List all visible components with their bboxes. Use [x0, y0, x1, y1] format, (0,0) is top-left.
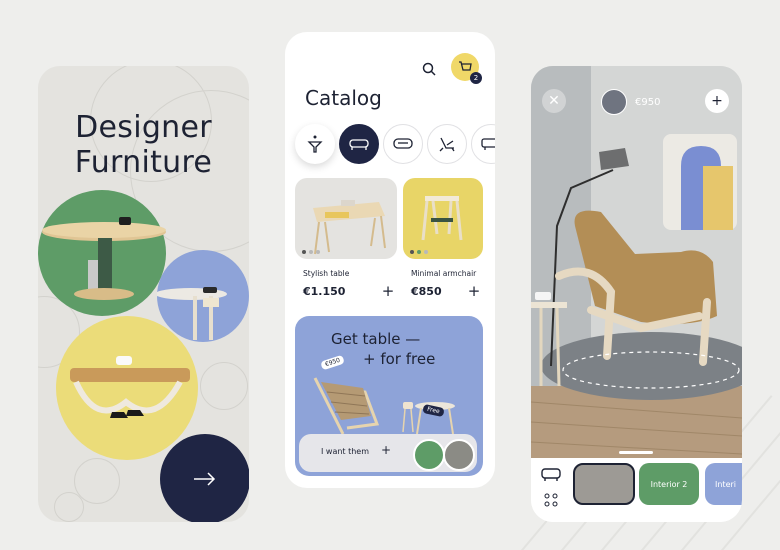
search-icon	[422, 62, 436, 76]
desk-illustration	[313, 200, 386, 255]
onboarding-screen: Designer Furniture	[38, 66, 249, 522]
room-illustration	[531, 66, 742, 458]
product-image-stylish-table[interactable]	[295, 178, 397, 259]
interior-thumbnail-3[interactable]: Interi	[705, 463, 742, 505]
category-cabinet[interactable]	[471, 124, 495, 164]
cart-button[interactable]: 2	[451, 53, 482, 84]
promo-item-table-thumbnail	[413, 439, 445, 471]
product-price: €850	[411, 285, 442, 298]
next-button[interactable]	[160, 434, 249, 522]
category-sofa[interactable]	[339, 124, 379, 164]
interior-thumbnail-label: Interior 2	[650, 479, 688, 489]
page-title: Catalog	[305, 86, 382, 110]
selected-item-price-label: €950	[635, 96, 661, 108]
interior-thumbnail-label: Interi	[715, 479, 736, 489]
category-armchair[interactable]	[383, 124, 423, 164]
product-price: €1.150	[303, 285, 346, 298]
cart-icon	[459, 60, 472, 71]
add-to-cart-button[interactable]: +	[381, 282, 395, 300]
sheet-handle[interactable]	[619, 451, 653, 454]
product-image-minimal-armchair[interactable]	[403, 178, 483, 259]
close-button[interactable]: ✕	[542, 89, 566, 113]
want-them-label[interactable]: I want them	[321, 447, 369, 456]
armchair-icon	[393, 138, 413, 149]
want-them-add-button[interactable]: +	[381, 443, 391, 457]
selected-item-price: €950	[601, 89, 660, 115]
hero-title-line2: Furniture	[74, 145, 213, 180]
decor-ring	[200, 362, 248, 410]
interior-thumbnail-strip: Interior 2 Interi	[531, 458, 742, 522]
product-name: Stylish table	[303, 269, 350, 278]
promo-banner[interactable]: Get table — + for free €950 Free I want …	[295, 316, 483, 476]
sofa-icon	[349, 139, 369, 150]
yellow-product-circle	[56, 316, 198, 460]
chair-illustration	[421, 196, 463, 241]
cabinet-icon	[481, 138, 495, 150]
promo-furniture-illustration	[313, 377, 455, 435]
grid-view-button[interactable]	[544, 492, 558, 511]
furniture-toggle-button[interactable]	[541, 466, 561, 486]
round-table-illustration	[42, 217, 166, 300]
lounge-chair-icon	[439, 137, 455, 152]
cart-count-badge: 2	[470, 72, 482, 84]
image-pager	[302, 250, 320, 254]
promo-item-chair-thumbnail	[443, 439, 475, 471]
filter-icon	[307, 135, 323, 153]
category-lounge-chair[interactable]	[427, 124, 467, 164]
interior-thumbnail-1[interactable]	[573, 463, 635, 505]
selected-item-thumbnail	[601, 89, 627, 115]
hero-title: Designer Furniture	[38, 110, 249, 180]
promo-headline: Get table —	[331, 330, 421, 348]
add-item-button[interactable]: +	[705, 89, 729, 113]
interior-thumbnail-2[interactable]: Interior 2	[639, 463, 699, 505]
product-name: Minimal armchair	[411, 269, 477, 278]
category-row	[295, 124, 495, 166]
grid-icon	[544, 493, 558, 507]
bench-illustration	[70, 356, 190, 418]
decor-ring	[54, 492, 84, 522]
category-filter[interactable]	[295, 124, 335, 164]
add-to-cart-button[interactable]: +	[467, 282, 481, 300]
arrow-right-icon	[194, 472, 216, 486]
green-product-circle	[38, 190, 166, 316]
catalog-screen: 2 Catalog Stylish table €1.150 + Minimal…	[285, 32, 495, 488]
image-pager	[410, 250, 428, 254]
promo-cta-bar: I want them +	[299, 434, 477, 472]
ar-room-scene[interactable]	[531, 66, 742, 458]
armchair-icon	[541, 468, 561, 481]
search-button[interactable]	[418, 58, 440, 80]
ar-view-screen: ✕ €950 + Interior 2 Interi	[531, 66, 742, 522]
hero-title-line1: Designer	[75, 110, 212, 145]
